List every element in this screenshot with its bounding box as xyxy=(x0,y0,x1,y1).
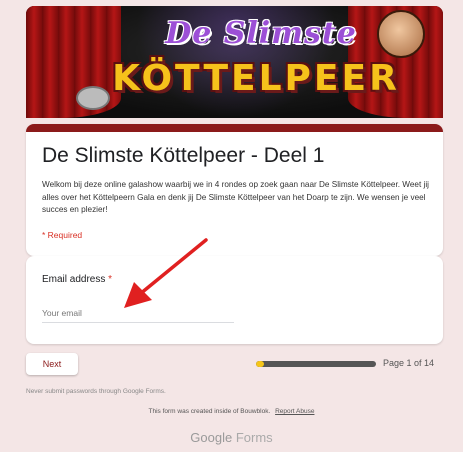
mascot-face xyxy=(377,10,425,58)
email-label-text: Email address xyxy=(42,274,106,285)
progress-bar xyxy=(256,361,376,367)
created-notice: This form was created inside of Bouwblok… xyxy=(0,408,463,415)
banner-title-main: KÖTTELPEER xyxy=(112,58,400,99)
banner-title-top: De Slimste xyxy=(165,16,357,51)
next-button[interactable]: Next xyxy=(26,353,78,375)
required-note: * Required xyxy=(42,230,83,240)
brand-google: Google xyxy=(190,430,233,445)
page-indicator: Page 1 of 14 xyxy=(383,358,435,368)
brand-forms: Forms xyxy=(235,430,273,445)
red-arrow-annotation xyxy=(124,238,208,308)
report-abuse-link[interactable]: Report Abuse xyxy=(275,408,314,415)
form-header-card: De Slimste Köttelpeer - Deel 1 Welkom bi… xyxy=(26,124,443,256)
header-banner-image: De Slimste KÖTTELPEER xyxy=(26,6,443,118)
email-question-card: Email address * xyxy=(26,256,443,344)
email-label: Email address * xyxy=(42,274,112,285)
progress-fill xyxy=(256,361,265,367)
google-forms-logo: Google Forms xyxy=(0,430,463,445)
form-description: Welkom bij deze online galashow waarbij … xyxy=(42,180,429,214)
password-warning: Never submit passwords through Google Fo… xyxy=(26,388,166,395)
form-title: De Slimste Köttelpeer - Deel 1 xyxy=(42,144,325,167)
created-text: This form was created inside of Bouwblok… xyxy=(148,408,271,415)
